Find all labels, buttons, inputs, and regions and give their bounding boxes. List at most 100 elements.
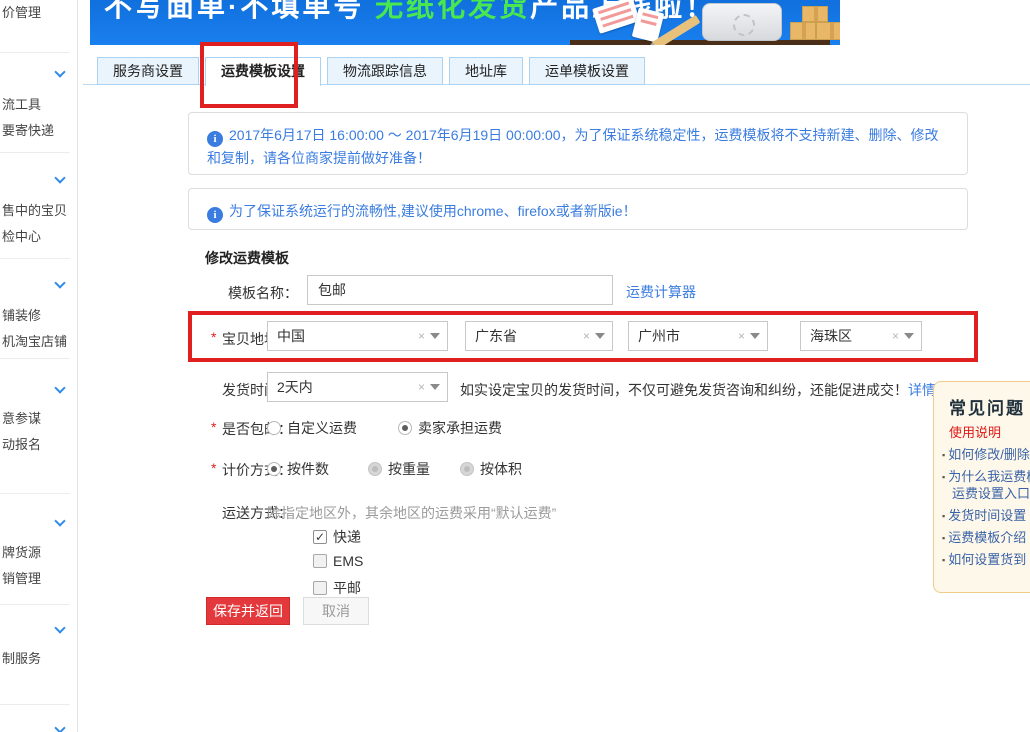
sidebar-item[interactable]: 动报名 <box>2 434 41 453</box>
radio-icon <box>267 462 281 476</box>
template-name-input[interactable] <box>307 275 613 305</box>
sidebar-item[interactable]: 检中心 <box>2 226 41 245</box>
system-maintenance-notice: i2017年6月17日 16:00:00 ～ 2017年6月19日 00:00:… <box>188 112 968 175</box>
chevron-down-icon <box>54 66 65 77</box>
bullet-icon: ▪ <box>942 533 945 543</box>
faq-usage-link[interactable]: 使用说明 <box>949 422 1001 441</box>
checkbox-express[interactable]: ✓快递 <box>313 527 361 547</box>
clear-icon[interactable]: × <box>578 329 595 343</box>
sidebar-group-header[interactable] <box>0 722 78 732</box>
notice-text: 为了保证系统运行的流畅性,建议使用chrome、firefox或者新版ie！ <box>229 203 637 219</box>
faq-link[interactable]: ▪如何设置货到 <box>942 549 1026 568</box>
required-mark: * <box>211 329 216 345</box>
faq-title: 常见问题 <box>949 394 1025 419</box>
radio-by-weight[interactable]: 按重量 <box>368 459 430 479</box>
chevron-down-icon <box>54 172 65 183</box>
address-city-select[interactable]: 广州市 × <box>628 321 768 351</box>
bullet-icon: ▪ <box>942 555 945 565</box>
address-country-select[interactable]: 中国 × <box>267 321 448 351</box>
divider <box>0 493 70 494</box>
bullet-icon: ▪ <box>942 511 945 521</box>
clear-icon[interactable]: × <box>733 329 750 343</box>
banner-printer-icon <box>702 3 782 41</box>
sidebar-item[interactable]: 铺装修 <box>2 305 41 324</box>
radio-seller-pays[interactable]: 卖家承担运费 <box>398 418 502 438</box>
sidebar-group-header[interactable] <box>0 622 78 638</box>
template-name-label: 模板名称： <box>228 283 298 303</box>
banner-table-graphic <box>570 40 830 45</box>
required-mark: * <box>211 460 216 476</box>
radio-by-volume[interactable]: 按体积 <box>460 459 522 479</box>
settings-tabbar: 服务商设置 运费模板设置 物流跟踪信息 地址库 运单模板设置 <box>97 57 645 86</box>
chevron-down-icon <box>54 382 65 393</box>
promo-banner[interactable]: 不写面单·不填单号 无纸化发货产品上线啦！ <box>90 0 840 45</box>
details-link[interactable]: 详情 <box>908 382 936 398</box>
delivery-time-select[interactable]: 2天内 × <box>267 372 448 402</box>
sidebar-item[interactable]: 价管理 <box>2 2 41 21</box>
sidebar-item[interactable]: 售中的宝贝 <box>2 200 67 219</box>
caret-down-icon <box>430 333 440 339</box>
promo-banner-highlight: 无纸化发货 <box>375 0 530 22</box>
tab-shipping-template[interactable]: 运费模板设置 <box>205 57 321 86</box>
sidebar-group-header[interactable] <box>0 66 78 82</box>
faq-link[interactable]: ▪运费模板介绍 <box>942 527 1026 546</box>
tab-service-provider[interactable]: 服务商设置 <box>97 57 199 85</box>
divider <box>0 152 70 153</box>
clear-icon[interactable]: × <box>413 380 430 394</box>
chevron-down-icon <box>54 277 65 288</box>
banner-package-icon <box>802 6 828 22</box>
left-sidebar: 价管理 流工具 要寄快递 售中的宝贝 检中心 铺装修 机淘宝店铺 意参谋 动报名… <box>0 0 78 732</box>
sidebar-item[interactable]: 销管理 <box>2 568 41 587</box>
save-and-return-button[interactable]: 保存并返回 <box>206 597 290 625</box>
browser-suggestion-notice: i 为了保证系统运行的流畅性,建议使用chrome、firefox或者新版ie！ <box>188 188 968 230</box>
divider <box>0 704 70 705</box>
radio-custom-freight[interactable]: 自定义运费 <box>267 418 357 438</box>
checkbox-icon <box>313 554 327 568</box>
info-icon: i <box>207 131 223 147</box>
clear-icon[interactable]: × <box>413 329 430 343</box>
faq-link[interactable]: 运费设置入口 <box>952 483 1030 502</box>
caret-down-icon <box>595 333 605 339</box>
notice-text: 2017年6月17日 16:00:00 ～ 2017年6月19日 00:00:0… <box>207 127 939 166</box>
sidebar-item[interactable]: 机淘宝店铺 <box>2 331 67 350</box>
radio-by-count[interactable]: 按件数 <box>267 459 329 479</box>
caret-down-icon <box>904 333 914 339</box>
radio-icon <box>398 421 412 435</box>
divider <box>0 604 70 605</box>
shipping-method-hint: 除指定地区外，其余地区的运费采用“默认运费” <box>267 503 556 523</box>
sidebar-item[interactable]: 制服务 <box>2 648 41 667</box>
caret-down-icon <box>430 384 440 390</box>
radio-icon <box>460 462 474 476</box>
shipping-calculator-link[interactable]: 运费计算器 <box>626 282 696 302</box>
page-title: 修改运费模板 <box>205 248 289 268</box>
sidebar-item[interactable]: 牌货源 <box>2 542 41 561</box>
faq-link[interactable]: ▪如何修改/删除 <box>942 444 1030 463</box>
required-mark: * <box>211 419 216 435</box>
sidebar-group-header[interactable] <box>0 172 78 188</box>
sidebar-group-header[interactable] <box>0 277 78 293</box>
checkbox-ems[interactable]: EMS <box>313 553 363 569</box>
tab-logistics-tracking[interactable]: 物流跟踪信息 <box>327 57 443 85</box>
sidebar-group-header[interactable] <box>0 382 78 398</box>
clear-icon[interactable]: × <box>887 329 904 343</box>
faq-link[interactable]: ▪发货时间设置 <box>942 505 1026 524</box>
sidebar-item[interactable]: 要寄快递 <box>2 120 54 139</box>
checkbox-icon: ✓ <box>313 530 327 544</box>
banner-package-icon <box>790 22 816 40</box>
address-district-select[interactable]: 海珠区 × <box>800 321 922 351</box>
tab-address-book[interactable]: 地址库 <box>449 57 523 85</box>
address-province-select[interactable]: 广东省 × <box>465 321 613 351</box>
tab-waybill-template[interactable]: 运单模板设置 <box>529 57 645 85</box>
cancel-button[interactable]: 取消 <box>303 597 369 625</box>
sidebar-item[interactable]: 意参谋 <box>2 408 41 427</box>
caret-down-icon <box>750 333 760 339</box>
chevron-down-icon <box>54 515 65 526</box>
sidebar-group-header[interactable] <box>0 515 78 531</box>
bullet-icon: ▪ <box>942 472 945 482</box>
info-icon: i <box>207 207 223 223</box>
checkbox-surface-mail[interactable]: 平邮 <box>313 578 361 598</box>
divider <box>0 52 70 53</box>
divider <box>0 258 70 259</box>
bullet-icon: ▪ <box>942 450 945 460</box>
sidebar-item[interactable]: 流工具 <box>2 94 41 113</box>
